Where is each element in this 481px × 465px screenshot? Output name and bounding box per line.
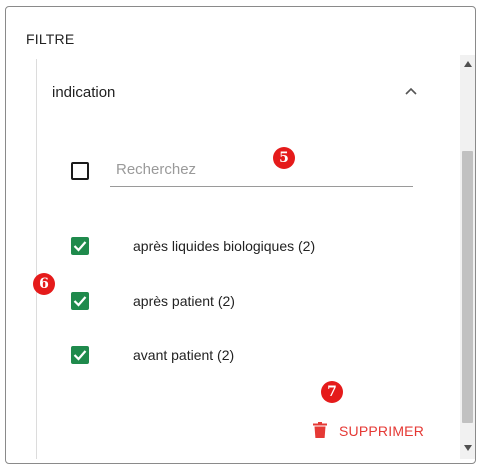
delete-button[interactable]: SUPPRIMER [305, 415, 445, 445]
vertical-scrollbar[interactable] [460, 55, 475, 459]
option-row[interactable]: après liquides biologiques (2) [37, 229, 455, 263]
checkbox-checked-icon[interactable] [71, 346, 89, 364]
section-title: indication [52, 84, 116, 101]
option-label: après patient (2) [133, 293, 235, 309]
checkbox-checked-icon[interactable] [71, 237, 89, 255]
search-row: 5 [37, 147, 455, 199]
delete-label: SUPPRIMER [339, 423, 425, 439]
filter-content: indication 5 6 après liquides biologique… [33, 59, 455, 459]
option-row[interactable]: avant patient (2) [37, 338, 455, 372]
search-input[interactable] [110, 149, 413, 187]
option-row[interactable]: après patient (2) [37, 284, 455, 318]
select-all-checkbox[interactable] [71, 162, 89, 180]
chevron-up-icon[interactable] [403, 85, 419, 97]
arrow-down-icon[interactable] [464, 445, 472, 451]
indication-section-header[interactable]: indication [37, 59, 455, 129]
filter-panel: FILTRE indication 5 6 après liquides bio… [5, 6, 476, 464]
checkbox-checked-icon[interactable] [71, 292, 89, 310]
scrollbar-thumb[interactable] [462, 151, 473, 423]
panel-title: FILTRE [26, 31, 75, 47]
option-label: avant patient (2) [133, 347, 235, 363]
annotation-marker-7: 7 [321, 381, 343, 403]
annotation-marker-5: 5 [273, 147, 295, 169]
trash-icon [313, 422, 327, 438]
arrow-up-icon[interactable] [464, 61, 472, 67]
option-label: après liquides biologiques (2) [133, 238, 316, 254]
